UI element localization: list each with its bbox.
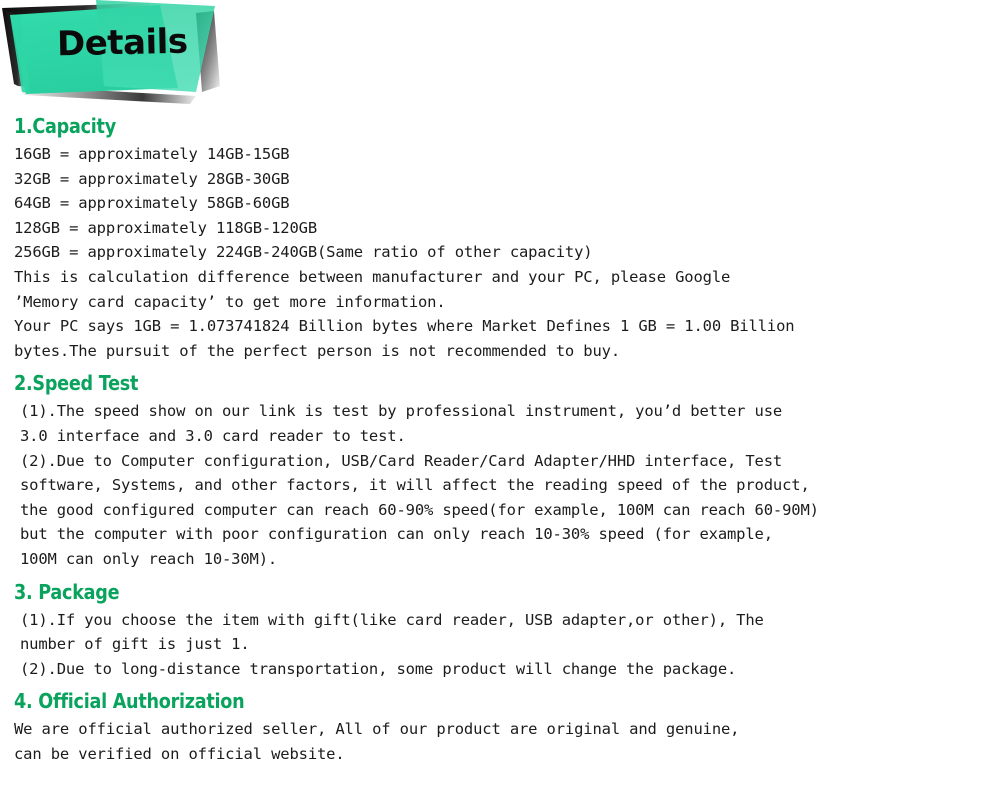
details-content: 1.Capacity 16GB = approximately 14GB-15G… — [0, 114, 1000, 766]
section-heading-package: 3. Package — [14, 579, 120, 604]
section-package: 3. Package (1).If you choose the item wi… — [14, 580, 1000, 682]
section-official-authorization: 4. Official Authorization We are officia… — [14, 689, 1000, 766]
section-heading-official-authorization: 4. Official Authorization — [14, 689, 245, 714]
section-heading-speed-test: 2.Speed Test — [14, 371, 139, 396]
section-heading-capacity: 1.Capacity — [14, 114, 116, 138]
section-body-official-authorization: We are official authorized seller, All o… — [14, 720, 740, 763]
section-speed-test: 2.Speed Test (1).The speed show on our l… — [14, 371, 1000, 571]
section-body-speed-test: (1).The speed show on our link is test b… — [20, 402, 819, 568]
section-body-package: (1).If you choose the item with gift(lik… — [20, 610, 764, 678]
details-banner: Details — [0, 0, 235, 108]
section-capacity: 1.Capacity 16GB = approximately 14GB-15G… — [14, 114, 1000, 363]
banner-title: Details — [56, 21, 188, 65]
section-body-capacity: 16GB = approximately 14GB-15GB 32GB = ap… — [14, 145, 795, 360]
